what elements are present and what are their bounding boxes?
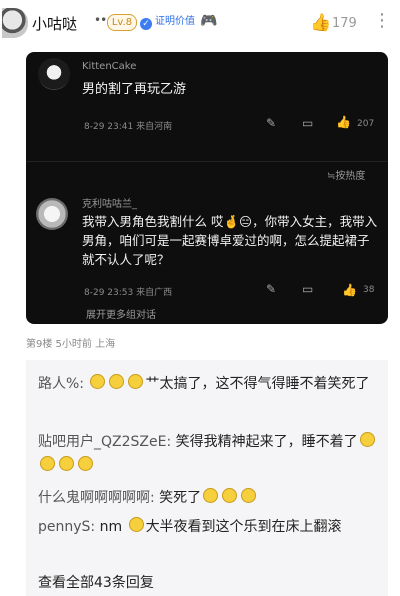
reply-item[interactable]: pennyS: nm 大半夜看到这个乐到在床上翻滚	[38, 515, 380, 539]
commenter-avatar	[36, 198, 68, 230]
reply-item[interactable]: 路人%: 艹太搞了，这不得气得睡不着笑死了	[38, 372, 380, 396]
reply-text: 艹太搞了，这不得气得睡不着笑死了	[145, 376, 370, 392]
sort-by-hot: ≒按热度	[327, 171, 366, 182]
emoji-icon	[40, 456, 55, 471]
reply-icon: ▭	[302, 116, 314, 130]
quoted-comments-card	[26, 52, 388, 324]
reply-nick[interactable]: 贴吧用户_QZ2SZeE:	[38, 434, 171, 450]
fire-thumbs-up-icon: 👍	[342, 283, 357, 297]
reply-icon: ▭	[302, 282, 314, 296]
emoji-icon	[128, 517, 144, 532]
emoji-icon	[109, 374, 125, 389]
comment-text: 我带入男角色我割什么 哎🤞😑，你带入女主，我带入男角，咱们可是一起赛博卓爱过的啊…	[82, 214, 378, 267]
avatar[interactable]	[2, 8, 28, 38]
reply-nick[interactable]: pennyS:	[38, 519, 95, 535]
reply-text: 笑得我精神起来了，睡不着了	[175, 434, 358, 450]
username[interactable]: 小咕哒	[32, 13, 77, 34]
reply-item[interactable]: 什么鬼啊啊啊啊啊: 笑死了	[38, 486, 380, 510]
commenter-name: KittenCake	[82, 61, 137, 72]
shield-check-icon: ✓	[140, 18, 152, 30]
thumbs-up-icon: 👍	[336, 115, 351, 129]
commenter-avatar	[38, 58, 70, 90]
reply-item[interactable]: 贴吧用户_QZ2SZeE: 笑得我精神起来了，睡不着了	[38, 430, 380, 478]
comment-meta: 8-29 23:41 来自河南	[84, 122, 173, 132]
view-all-replies-link[interactable]: 查看全部43条回复	[38, 572, 154, 592]
reply-nick[interactable]: 什么鬼啊啊啊啊啊:	[38, 490, 155, 506]
emoji-icon	[78, 456, 93, 471]
like-count: 207	[357, 119, 375, 129]
like-count: 179	[332, 16, 357, 31]
like-count: 38	[363, 285, 375, 295]
emoji-icon	[241, 488, 257, 503]
emoji-icon	[90, 374, 106, 389]
reply-text: 大半夜看到这个乐到在床上翻滚	[145, 519, 342, 535]
post-meta: 第9楼 5小时前 上海	[26, 339, 116, 350]
emoji-icon	[203, 488, 219, 503]
edit-icon: ✎	[266, 116, 277, 130]
emoji-icon	[128, 374, 144, 389]
comment-meta: 8-29 23:53 来自广西	[84, 288, 173, 298]
commenter-name: 克利咕咕兰_	[82, 199, 137, 210]
comment-text: 男的割了再玩乙游	[82, 82, 187, 97]
thumbs-up-icon[interactable]: 👍	[310, 13, 331, 33]
reply-text: nm	[99, 519, 123, 535]
emoji-icon	[59, 456, 74, 471]
reply-nick[interactable]: 路人%:	[38, 376, 84, 392]
emoji-icon	[222, 488, 238, 503]
value-badge[interactable]: ✓ 证明价值	[140, 14, 195, 30]
badge-label: 证明价值	[155, 16, 195, 27]
divider	[26, 161, 388, 162]
reply-text: 笑死了	[159, 490, 202, 506]
more-options-icon[interactable]: ⋮	[373, 12, 391, 30]
emoji-icon	[359, 432, 375, 447]
edit-icon: ✎	[266, 282, 277, 296]
expand-more-conversations: 展开更多组对话	[86, 310, 156, 321]
level-badge: Lv.8	[107, 14, 137, 31]
gamepad-icon: 🎮	[200, 13, 218, 29]
